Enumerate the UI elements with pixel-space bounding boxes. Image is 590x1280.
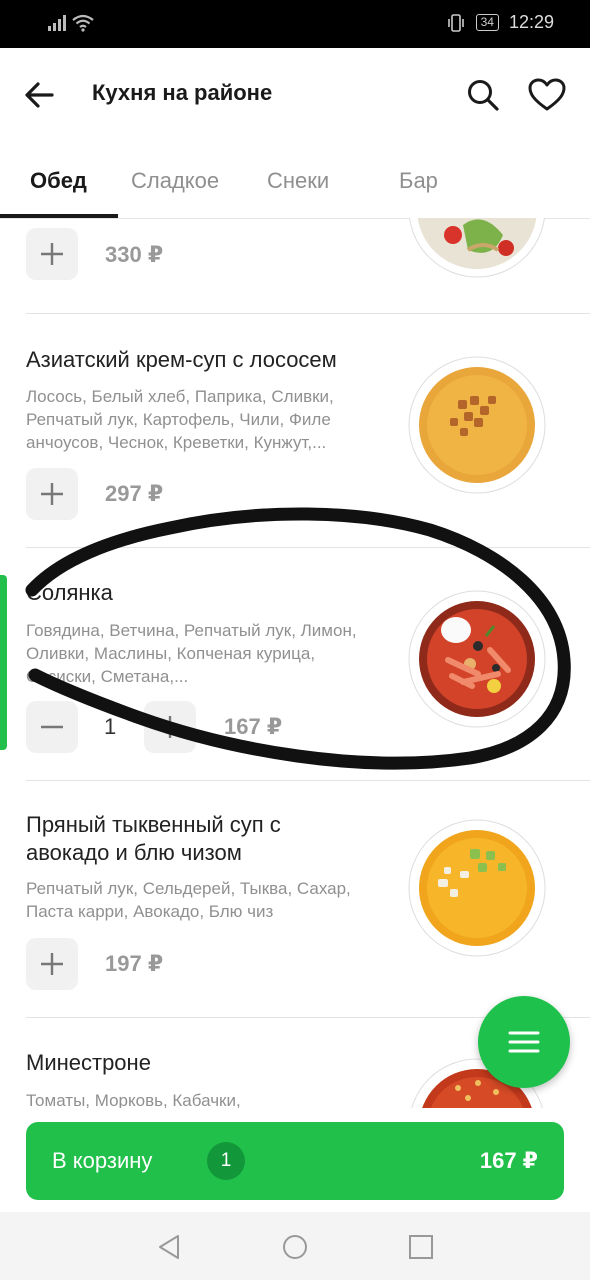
- status-bar: 34 12:29: [0, 0, 590, 48]
- solyanka-image: [408, 590, 546, 728]
- category-tabs: Обед Сладкое Снеки Бар: [0, 144, 590, 219]
- dish-price: 197 ₽: [105, 951, 164, 976]
- dish-name: Минестроне: [26, 1050, 151, 1075]
- list-item[interactable]: Пряный тыквенный суп с авокадо и блю чиз…: [0, 781, 590, 1018]
- plus-icon: [41, 243, 63, 265]
- add-button[interactable]: [26, 468, 78, 520]
- plus-icon: [41, 953, 63, 975]
- nav-recents-icon[interactable]: [408, 1234, 434, 1260]
- system-nav-bar: [0, 1212, 590, 1280]
- dish-ingredients: Лосось, Белый хлеб, Паприка, Сливки, Реп…: [26, 387, 334, 452]
- pumpkin-soup-image: [408, 819, 546, 957]
- dish-price: 330 ₽: [105, 242, 164, 267]
- list-item[interactable]: Солянка Говядина, Ветчина, Репчатый лук,…: [0, 548, 590, 781]
- tab-snacks[interactable]: Снеки: [267, 168, 329, 194]
- plus-icon: [41, 483, 63, 505]
- signal-icon: [48, 15, 66, 31]
- clock: 12:29: [508, 12, 554, 32]
- wifi-icon: [72, 14, 94, 32]
- dish-price: 297 ₽: [105, 481, 164, 506]
- tab-lunch[interactable]: Обед: [30, 168, 87, 194]
- heart-icon[interactable]: [528, 78, 566, 112]
- dish-name: Солянка: [26, 580, 113, 605]
- dish-ingredients: Томаты, Морковь, Кабачки,: [26, 1091, 241, 1108]
- back-arrow-icon[interactable]: [22, 78, 56, 112]
- dish-price: 167 ₽: [224, 714, 283, 739]
- menu-list[interactable]: 330 ₽ Азиатский крем-суп с лососем Лосос…: [0, 218, 590, 1108]
- nav-back-icon[interactable]: [156, 1234, 182, 1260]
- list-item: 330 ₽: [0, 218, 590, 314]
- decrease-button[interactable]: [26, 701, 78, 753]
- plus-icon: [159, 716, 181, 738]
- cart-count-badge: 1: [207, 1142, 245, 1180]
- dish-ingredients: Репчатый лук, Сельдерей, Тыква, Сахар, П…: [26, 879, 351, 921]
- quantity-value: 1: [104, 714, 117, 739]
- increase-button[interactable]: [144, 701, 196, 753]
- tab-sweet[interactable]: Сладкое: [131, 168, 219, 194]
- cart-total: 167 ₽: [479, 1148, 538, 1173]
- cream-soup-image: [408, 356, 546, 494]
- menu-icon: [508, 1031, 540, 1053]
- battery-indicator: 34: [475, 14, 499, 31]
- salad-image: [409, 218, 545, 278]
- dish-name: Азиатский крем-суп с лососем: [26, 347, 337, 372]
- dish-name: Пряный тыквенный суп с авокадо и блю чиз…: [26, 812, 281, 865]
- add-button[interactable]: [26, 228, 78, 280]
- add-button[interactable]: [26, 938, 78, 990]
- cart-button[interactable]: В корзину 1 167 ₽: [26, 1122, 564, 1200]
- edge-swipe-indicator: [0, 575, 7, 750]
- search-icon[interactable]: [466, 78, 500, 112]
- tab-bar[interactable]: Бар: [399, 168, 438, 194]
- app-header: Кухня на районе: [0, 48, 590, 144]
- list-item[interactable]: Азиатский крем-суп с лососем Лосось, Бел…: [0, 314, 590, 548]
- minus-icon: [41, 725, 63, 729]
- nav-home-icon[interactable]: [282, 1234, 308, 1260]
- cart-label: В корзину: [52, 1148, 153, 1173]
- dish-ingredients: Говядина, Ветчина, Репчатый лук, Лимон, …: [26, 621, 357, 686]
- menu-fab[interactable]: [478, 996, 570, 1088]
- vibrate-icon: [447, 13, 464, 32]
- page-title: Кухня на районе: [92, 80, 273, 105]
